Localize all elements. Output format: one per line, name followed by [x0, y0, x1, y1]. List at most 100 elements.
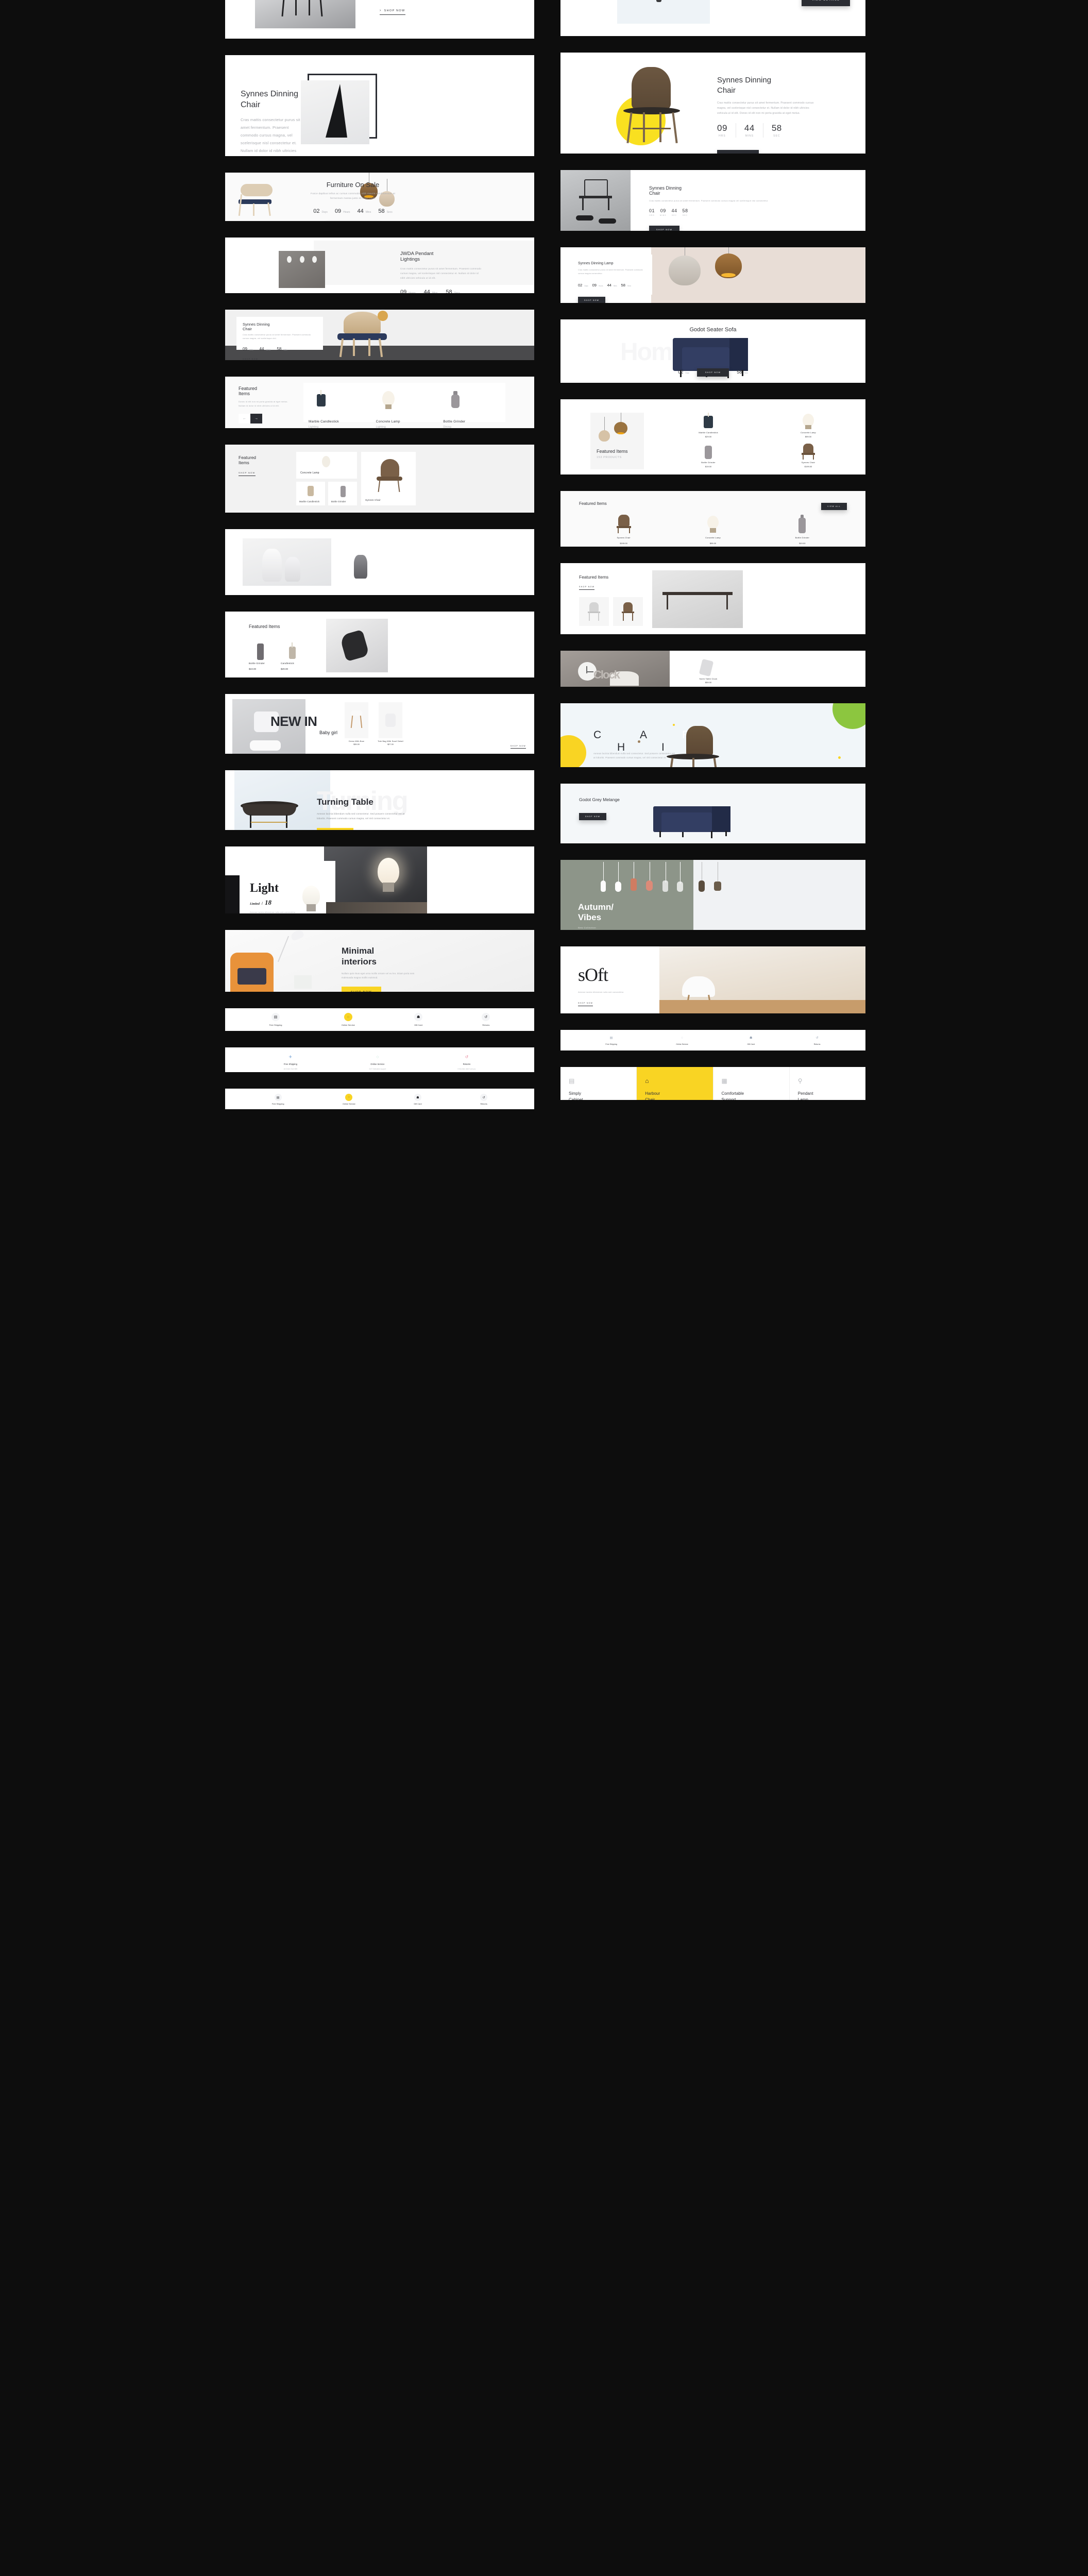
card-featured-items-b[interactable]: Featured Items SHOP NOW Concrete Lamp Ma…	[225, 445, 534, 513]
product-tile[interactable]: Synnes Chair $199.00	[758, 439, 858, 469]
card-services-three[interactable]: ✈ Free Shipping All Order Over $59 ◌ Onl…	[225, 1047, 534, 1072]
card-synnes-blue[interactable]: Synnes Dinning Chair Cras mattis consect…	[225, 310, 534, 360]
service-item[interactable]: ☗ Gift Card	[414, 1013, 422, 1026]
shop-now-link[interactable]: SHOP NOW	[578, 1002, 593, 1006]
gift-icon: ☗	[414, 1013, 423, 1021]
card-synnes-lamp[interactable]: Synnes Dinning Lamp Cras mattis consecte…	[560, 247, 865, 303]
card-soft[interactable]: sOft Aenean lacinia bibendum nulla sed c…	[560, 946, 865, 1013]
product-tile[interactable]: Synnes Chair	[361, 452, 416, 505]
shop-now-button[interactable]: SHOP NOW	[649, 226, 680, 231]
card-light[interactable]: Light Limited / 18 Aenean lacinia bibend…	[225, 846, 534, 913]
service-item[interactable]: ▤ Free Shipping	[605, 1035, 617, 1045]
card-synnes-yellow[interactable]: Synnes Dinning Chair Cras mattis consect…	[560, 53, 865, 154]
product-tile[interactable]: Concrete Lamp $99.00	[758, 410, 858, 439]
headset-icon: ◌	[681, 1036, 683, 1040]
card-featured-interior[interactable]: Featured Items SHOP NOW	[560, 563, 865, 634]
product-tile[interactable]	[379, 702, 402, 738]
product-tile[interactable]: Bottle Grinder $19.00	[658, 439, 758, 469]
card-services-row[interactable]: ▤ Free Shipping ◌ Online Service ☗ Gift …	[560, 1030, 865, 1050]
shop-now-link[interactable]: SHOP NOW	[243, 358, 258, 360]
service-item[interactable]: ↺ Returns If this item didn't suit you	[458, 1053, 476, 1071]
product-tile[interactable]: Marble Candlestick Lighting $29	[303, 383, 371, 428]
card-title-line2: Chair	[717, 86, 736, 95]
card-2018-collection[interactable]: 2018 Collection Duis sed nisi dolor in i…	[560, 0, 865, 36]
card-new-in[interactable]: NEW IN Baby girl Dress With Bow $39.00 T…	[225, 694, 534, 754]
card-vases[interactable]	[225, 529, 534, 595]
buy-now-button[interactable]: BUY NOW	[317, 827, 354, 830]
countdown-hours: 09Hours	[334, 208, 350, 215]
card-title-line1: Synnes Dinning	[717, 76, 772, 84]
product-tile[interactable]: Concrete Lamp	[296, 452, 357, 479]
product-tile[interactable]	[613, 597, 643, 626]
countdown-days: 02 Days	[313, 208, 328, 215]
card-featured-grid[interactable]: Featured Items 153 PRODUCTS Marble Candl…	[560, 399, 865, 474]
shop-now-button[interactable]: SHOP NOW	[342, 987, 381, 992]
card-furniture-on-sale[interactable]: Furniture On Sale Fusce dapibus tellus a…	[225, 173, 534, 221]
card-title-line1: JWDA Pendant	[400, 251, 434, 257]
quad-item-cabinet[interactable]: ▤ Simply Cabinet	[560, 1067, 637, 1100]
card-title-line2: Chair	[241, 100, 261, 109]
card-clock[interactable]: Clock Norm Table Clock $59.00	[560, 651, 865, 687]
shop-now-link[interactable]: › SHOP NOW	[380, 9, 405, 15]
product-tile[interactable]: Marble Candlestick	[296, 482, 325, 505]
service-item[interactable]: ↺ Returns	[480, 1094, 488, 1105]
shop-now-link[interactable]: SHOP NOW	[510, 745, 526, 749]
shop-now-link[interactable]: SHOP NOW	[579, 586, 595, 590]
service-item[interactable]: ✈ Free Shipping All Order Over $59	[284, 1053, 298, 1071]
service-item[interactable]: ◌ Online Service	[342, 1013, 355, 1026]
shop-now-link[interactable]: SHOP NOW	[239, 471, 256, 476]
service-item[interactable]: ☗ Gift Card	[747, 1035, 755, 1045]
view-details-button[interactable]: VIEW DETAILS	[802, 0, 850, 6]
service-item[interactable]: ▤ Free Shipping	[269, 1013, 282, 1026]
product-tile[interactable]: Concrete Lamp $99.00	[690, 515, 736, 545]
quad-item-lamp[interactable]: ⚲ Pendant Lamp	[790, 1067, 865, 1100]
card-featured-hand[interactable]: Featured Items Bottle Grinder $19.00 Can…	[225, 612, 534, 677]
card-product-quad[interactable]: ▤ Simply Cabinet ⌂ Harbour Chair Fusce d…	[560, 1067, 865, 1100]
card-turning-table[interactable]: Turning Turning Table Aenean lacinia bib…	[225, 770, 534, 830]
shop-now-button[interactable]: SHOP NOW	[696, 368, 729, 377]
carousel-prev-button[interactable]: ←	[239, 414, 250, 423]
product-tile[interactable]: Bottle Grinder Dining $19	[438, 383, 505, 428]
carousel-next-button[interactable]: →	[250, 414, 262, 423]
service-item[interactable]: ◌ Online Service 24/7 Dedicated support	[369, 1053, 386, 1071]
card-featured-items-a[interactable]: Featured Items Donec id elit non mi port…	[225, 377, 534, 428]
product-tile[interactable]: Synnes Chair $199.00	[601, 515, 647, 545]
chair-letter-c: C	[593, 729, 602, 741]
card-autumn-vibes[interactable]: Autumn/ Vibes New Collection	[560, 860, 865, 930]
card-jwda-pendant[interactable]: JWDA Pendant Lightings Cras mattis conse…	[225, 238, 534, 293]
card-minimal-interiors[interactable]: Minimal interiors Nullam quis risus eget…	[225, 930, 534, 992]
view-all-button[interactable]: VIEW ALL	[821, 503, 847, 510]
product-tile[interactable]: Marble Candlestick $29.00	[658, 410, 758, 439]
service-item[interactable]: ↺ Returns	[814, 1035, 821, 1045]
product-tile[interactable]	[345, 702, 368, 738]
product-tile[interactable]: Bottle Grinder $19.00	[779, 515, 825, 545]
card-synnes-bag[interactable]: Synnes Dinning Chair Cras mattis consect…	[560, 170, 865, 231]
card-synnes-framed[interactable]: Synnes Dinning Chair Cras mattis consect…	[225, 55, 534, 156]
service-item[interactable]: ◌ Online Service	[343, 1094, 355, 1105]
card-godot-sofa[interactable]: Home Sofa Godot Seater Sofa 02Days 09Hou…	[560, 319, 865, 383]
service-item[interactable]: ↺ Returns	[482, 1013, 490, 1026]
card-title: Featured Items	[579, 501, 607, 506]
card-services-mini[interactable]: ▤ Free Shipping ◌ Online Service ☗ Gift …	[225, 1008, 534, 1031]
shop-now-button[interactable]: SHOP NOW	[717, 150, 759, 154]
card-featured-c[interactable]: Featured Items VIEW ALL Synnes Chair $19…	[560, 491, 865, 547]
card-spring-editorial[interactable]: Spring 2018 Woman Editorial › SHOP NOW	[225, 0, 534, 39]
green-circle	[832, 703, 865, 729]
product-tile[interactable]: Candlestick $29.00	[281, 641, 304, 670]
shop-now-button[interactable]: SHOP NOW	[578, 297, 606, 303]
service-item[interactable]: ▤ Free Shipping	[272, 1094, 284, 1105]
card-chair-letters[interactable]: C H A I R Aenean lacinia bibendum nulla …	[560, 703, 865, 767]
shop-now-button[interactable]: SHOP NOW	[579, 813, 607, 820]
card-services-four[interactable]: ▤ Free Shipping ◌ Online Service ☗ Gift …	[225, 1089, 534, 1109]
product-tile[interactable]: Concrete Lamp Lighting $99	[371, 383, 438, 428]
countdown-3: 44 SEC	[671, 208, 677, 216]
chat-icon: ◌	[376, 1054, 379, 1059]
product-tile[interactable]: Bottle Grinder $19.00	[249, 641, 273, 670]
service-item[interactable]: ◌ Online Service	[676, 1035, 688, 1046]
product-tile[interactable]	[579, 597, 609, 626]
quad-item-chair[interactable]: ⌂ Harbour Chair Fusce dapibus tellus ac …	[637, 1067, 713, 1100]
quad-item-support[interactable]: ▦ Comfortable Support	[713, 1067, 790, 1100]
service-item[interactable]: ☗ Gift Card	[414, 1094, 422, 1105]
product-tile[interactable]: Bottle Grinder	[328, 482, 357, 505]
card-godot-grey[interactable]: Godot Grey Melange SHOP NOW	[560, 784, 865, 843]
